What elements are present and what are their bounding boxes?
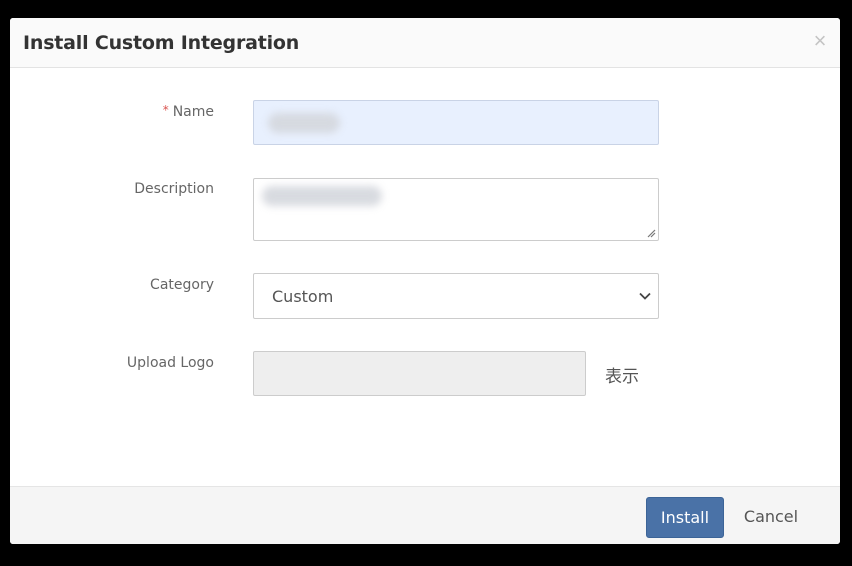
dialog-footer: Install Cancel (10, 486, 840, 544)
redacted-value (268, 113, 340, 133)
install-custom-integration-dialog: Install Custom Integration × * Name Descr… (10, 18, 840, 544)
resize-handle-icon[interactable] (646, 228, 656, 238)
show-link[interactable]: 表示 (605, 362, 639, 387)
description-label: Description (134, 181, 214, 197)
close-icon[interactable]: × (812, 30, 828, 52)
name-input[interactable] (253, 100, 659, 145)
install-button[interactable]: Install (646, 497, 724, 538)
upload-logo-label: Upload Logo (126, 355, 214, 371)
cancel-button[interactable]: Cancel (734, 497, 808, 536)
name-label-text: Name (172, 104, 214, 120)
category-select[interactable]: Custom (253, 273, 659, 319)
category-selected-value: Custom (272, 287, 334, 306)
category-label: Category (150, 277, 214, 293)
name-label: * Name (162, 103, 214, 120)
description-textarea[interactable] (253, 178, 659, 241)
required-marker: * (162, 103, 169, 117)
dialog-header: Install Custom Integration × (10, 18, 840, 68)
redacted-value (262, 186, 382, 206)
chevron-down-icon (639, 292, 651, 300)
upload-logo-field (253, 351, 586, 396)
dialog-title: Install Custom Integration (23, 32, 300, 54)
